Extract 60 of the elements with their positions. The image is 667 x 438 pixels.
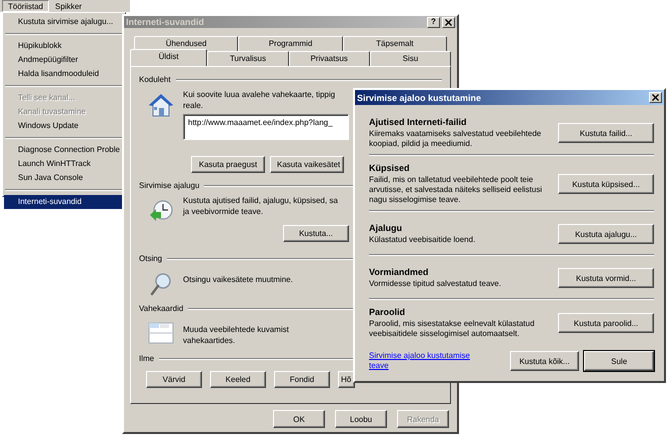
section-button[interactable]: Kustuta... [283,225,349,242]
window-title: Interneti-suvandid [126,17,204,27]
menu-bar-item[interactable]: Tööriistad [2,0,50,12]
tab[interactable]: Üldist [130,49,208,66]
appearance-button[interactable]: Keeled [210,371,266,388]
description-text: Otsingu vaikesätete muutmine. [183,274,294,285]
section-title: Ajutised Interneti-failid [369,117,468,127]
dialog-button[interactable]: Kustuta kõik... [510,351,580,371]
home-page-field[interactable]: http://www.maaamet.ee/index.php?lang_ [183,114,349,140]
description-text: ja veebivormide teave. [183,206,264,217]
description-text: vahekaartides. [183,335,236,346]
tab[interactable]: Sisu [370,51,451,66]
group-heading: Koduleht [139,75,171,84]
tab[interactable]: Programmid [238,36,343,51]
help-button[interactable]: ? [427,16,440,28]
window-title: Sirvimise ajaloo kustutamine [357,92,482,102]
tab[interactable]: Täpsemalt [342,36,447,51]
description-text: Kustuta ajutised failid, ajalugu, küpsised, sa [183,195,339,206]
section-button[interactable]: Kasuta vaikesätet [270,156,344,173]
dialog-button[interactable]: Sule [584,351,654,371]
section-description: Kiiremaks vaatamiseks salvestatud veebilehtede koopiad, pildid ja meediumid. [369,129,542,149]
section-title: Paroolid [369,307,406,317]
menu-item[interactable]: Kustuta sirvimise ajalugu... [4,15,124,29]
tab[interactable]: Turvalisus [207,51,289,66]
delete-button[interactable]: Kustuta ajalugu... [558,224,654,244]
section-description: Külastatud veebisaitide loend. [369,235,476,245]
description-text: Kui soovite luua avalehe vahekaarte, tippig [183,89,336,100]
description-text: Muuda veebilehtede kuvamist [183,324,290,335]
section-title: Ajalugu [369,223,403,233]
menu-item[interactable]: Sun Java Console [4,171,124,185]
section-title: Küpsised [369,163,411,173]
menu-item[interactable]: Windows Update [4,119,124,133]
tab[interactable]: Privaatsus [288,51,370,66]
group-heading: Vahekaardid [139,304,184,313]
section-description: Vormidesse tipitud salvestatud teave. [369,279,502,289]
menu-bar-item[interactable]: Spikker [49,0,88,12]
appearance-button[interactable]: Hõ [338,371,355,388]
group-heading: Sirvimise ajalugu [139,181,200,190]
section-title: Vormiandmed [369,267,430,277]
section-description: Paroolid, mis sisestatakse eelnevalt külastatud veebisaitidele sisselogimisel automaatselt. [369,319,536,339]
dialog-button[interactable]: OK [273,410,325,428]
delete-button[interactable]: Kustuta failid... [558,123,654,143]
menu-item[interactable]: Interneti-suvandid [4,195,124,209]
appearance-button[interactable]: Fondid [274,371,330,388]
menu-item[interactable]: Launch WinHTTrack [4,157,124,171]
group-heading: Otsing [139,254,162,263]
delete-button[interactable]: Kustuta küpsised... [558,174,654,194]
group-heading: Ilme [139,354,154,363]
dialog-button[interactable]: Loobu [335,410,387,428]
delete-button[interactable]: Kustuta vormid... [558,268,654,288]
section-button[interactable]: Kasuta praegust [191,156,265,173]
description-text: reale. [183,100,204,111]
delete-button[interactable]: Kustuta paroolid... [558,313,654,333]
help-link[interactable]: Sirvimise ajaloo kustutamise teave [369,351,475,371]
menu-item[interactable]: Halda lisandmooduleid [4,67,124,81]
menu-item[interactable]: Andmepüügifilter [4,53,124,67]
section-description: Failid, mis on talletatud veebilehtede poolt teie arvutisse, et salvestada näiteks selliseid eelistusi nagu sisselogimise teave. [369,175,543,205]
appearance-button[interactable]: Värvid [146,371,202,388]
menu-item[interactable]: Diagnose Connection Proble [4,143,124,157]
menu-item[interactable]: Hüpikublokk [4,39,124,53]
